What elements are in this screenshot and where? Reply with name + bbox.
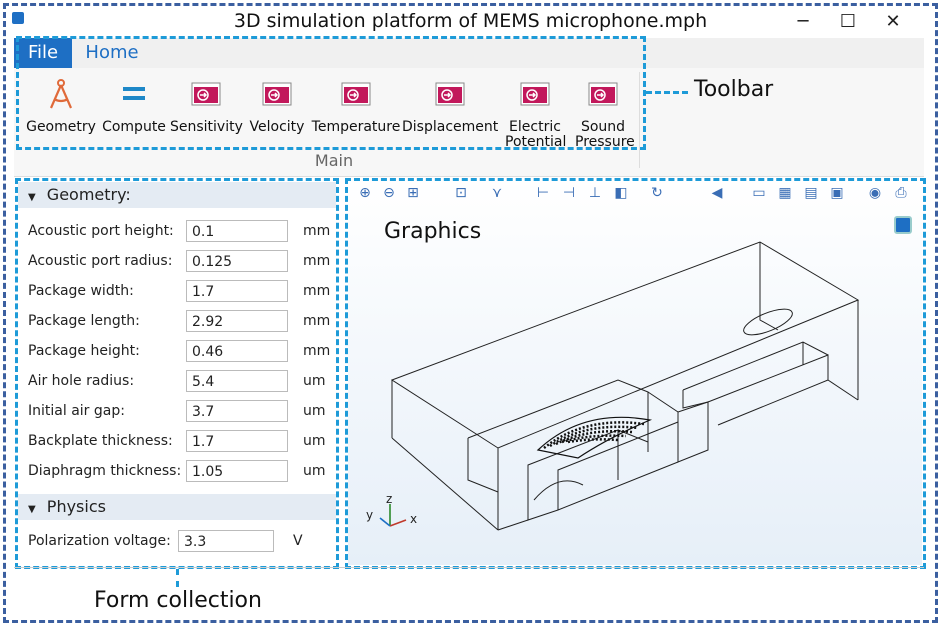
toolbar-annotation-leader (646, 91, 688, 94)
form-annotation-frame (15, 178, 339, 569)
close-button[interactable]: ✕ (878, 10, 908, 34)
toolbar-annotation-frame (16, 36, 646, 150)
form-annotation: Form collection (94, 588, 262, 613)
toolbar-annotation: Toolbar (694, 77, 774, 102)
graphics-annotation: Graphics (384, 219, 482, 244)
title-bar: 3D simulation platform of MEMS microphon… (8, 6, 933, 36)
minimize-button[interactable]: ─ (788, 10, 818, 34)
status-bar (14, 567, 924, 578)
maximize-button[interactable]: ☐ (833, 10, 863, 34)
ribbon-group-label: Main (314, 151, 354, 170)
